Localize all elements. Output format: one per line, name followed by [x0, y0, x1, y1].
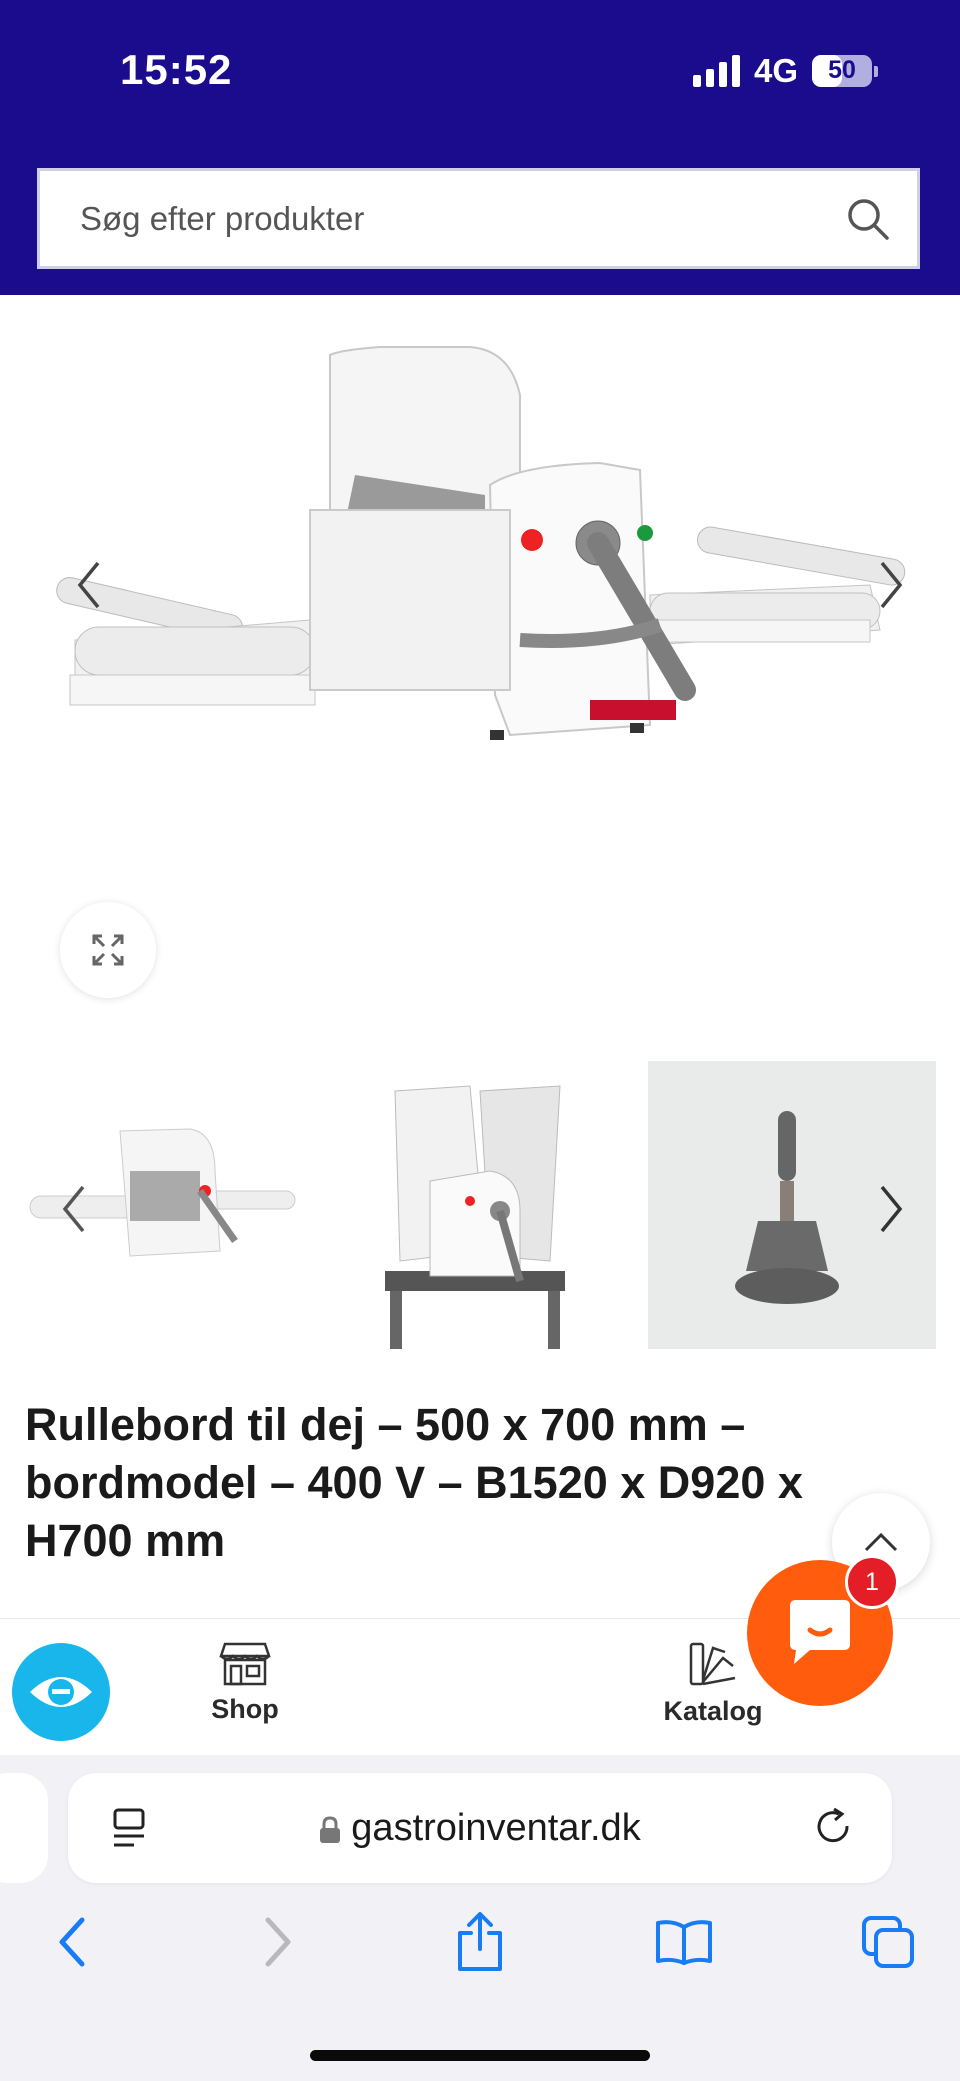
search-icon[interactable]	[844, 195, 892, 243]
thumbnail-2[interactable]	[370, 1061, 590, 1349]
share-button[interactable]	[450, 1912, 510, 1972]
search-bar[interactable]	[37, 168, 920, 269]
url-bar[interactable]: gastroinventar.dk	[68, 1773, 892, 1883]
zoom-button[interactable]	[60, 902, 156, 998]
expand-icon	[92, 934, 124, 966]
home-indicator	[310, 2050, 650, 2061]
status-time: 15:52	[120, 46, 233, 93]
battery-level: 50	[828, 56, 856, 84]
catalog-icon	[689, 1642, 736, 1686]
thumbnail-carousel	[0, 1061, 960, 1349]
chevron-left-icon[interactable]	[55, 1179, 95, 1239]
bookmarks-icon	[656, 1920, 712, 1965]
nav-catalog-label: Katalog	[663, 1696, 763, 1726]
bookmarks-button[interactable]	[654, 1912, 714, 1972]
chevron-right-icon[interactable]	[870, 1179, 910, 1239]
back-button[interactable]	[42, 1912, 102, 1972]
shop-icon	[219, 1642, 271, 1686]
chevron-right-icon[interactable]	[870, 555, 910, 615]
reload-icon[interactable]	[813, 1806, 857, 1850]
signal-icon	[692, 55, 740, 87]
tabs-icon	[862, 1916, 914, 1968]
eye-logo-icon	[30, 1677, 92, 1707]
share-icon	[458, 1912, 502, 1971]
nav-shop[interactable]: Shop	[165, 1640, 325, 1725]
nav-shop-label: Shop	[211, 1694, 279, 1724]
url-text: gastroinventar.dk	[351, 1807, 641, 1849]
chevron-up-icon	[864, 1532, 898, 1552]
product-title: Rullebord til dej – 500 x 700 mm – bordm…	[25, 1399, 803, 1566]
network-type: 4G	[753, 52, 798, 89]
chat-unread-badge: 1	[845, 1555, 899, 1609]
forward-icon	[265, 1917, 291, 1967]
chat-icon	[790, 1600, 850, 1664]
search-input[interactable]	[40, 198, 844, 239]
forward-button[interactable]	[248, 1912, 308, 1972]
lock-icon	[320, 1816, 341, 1843]
status-indicators: 4G 50	[692, 52, 878, 90]
url-display[interactable]: gastroinventar.dk	[68, 1807, 892, 1850]
tabs-button[interactable]	[858, 1912, 918, 1972]
chevron-left-icon[interactable]	[70, 555, 110, 615]
brand-logo[interactable]	[12, 1643, 110, 1741]
back-icon	[59, 1917, 85, 1967]
site-header: 15:52 4G 50	[0, 0, 960, 295]
battery-icon: 50	[812, 55, 878, 87]
previous-tab[interactable]	[0, 1773, 48, 1883]
